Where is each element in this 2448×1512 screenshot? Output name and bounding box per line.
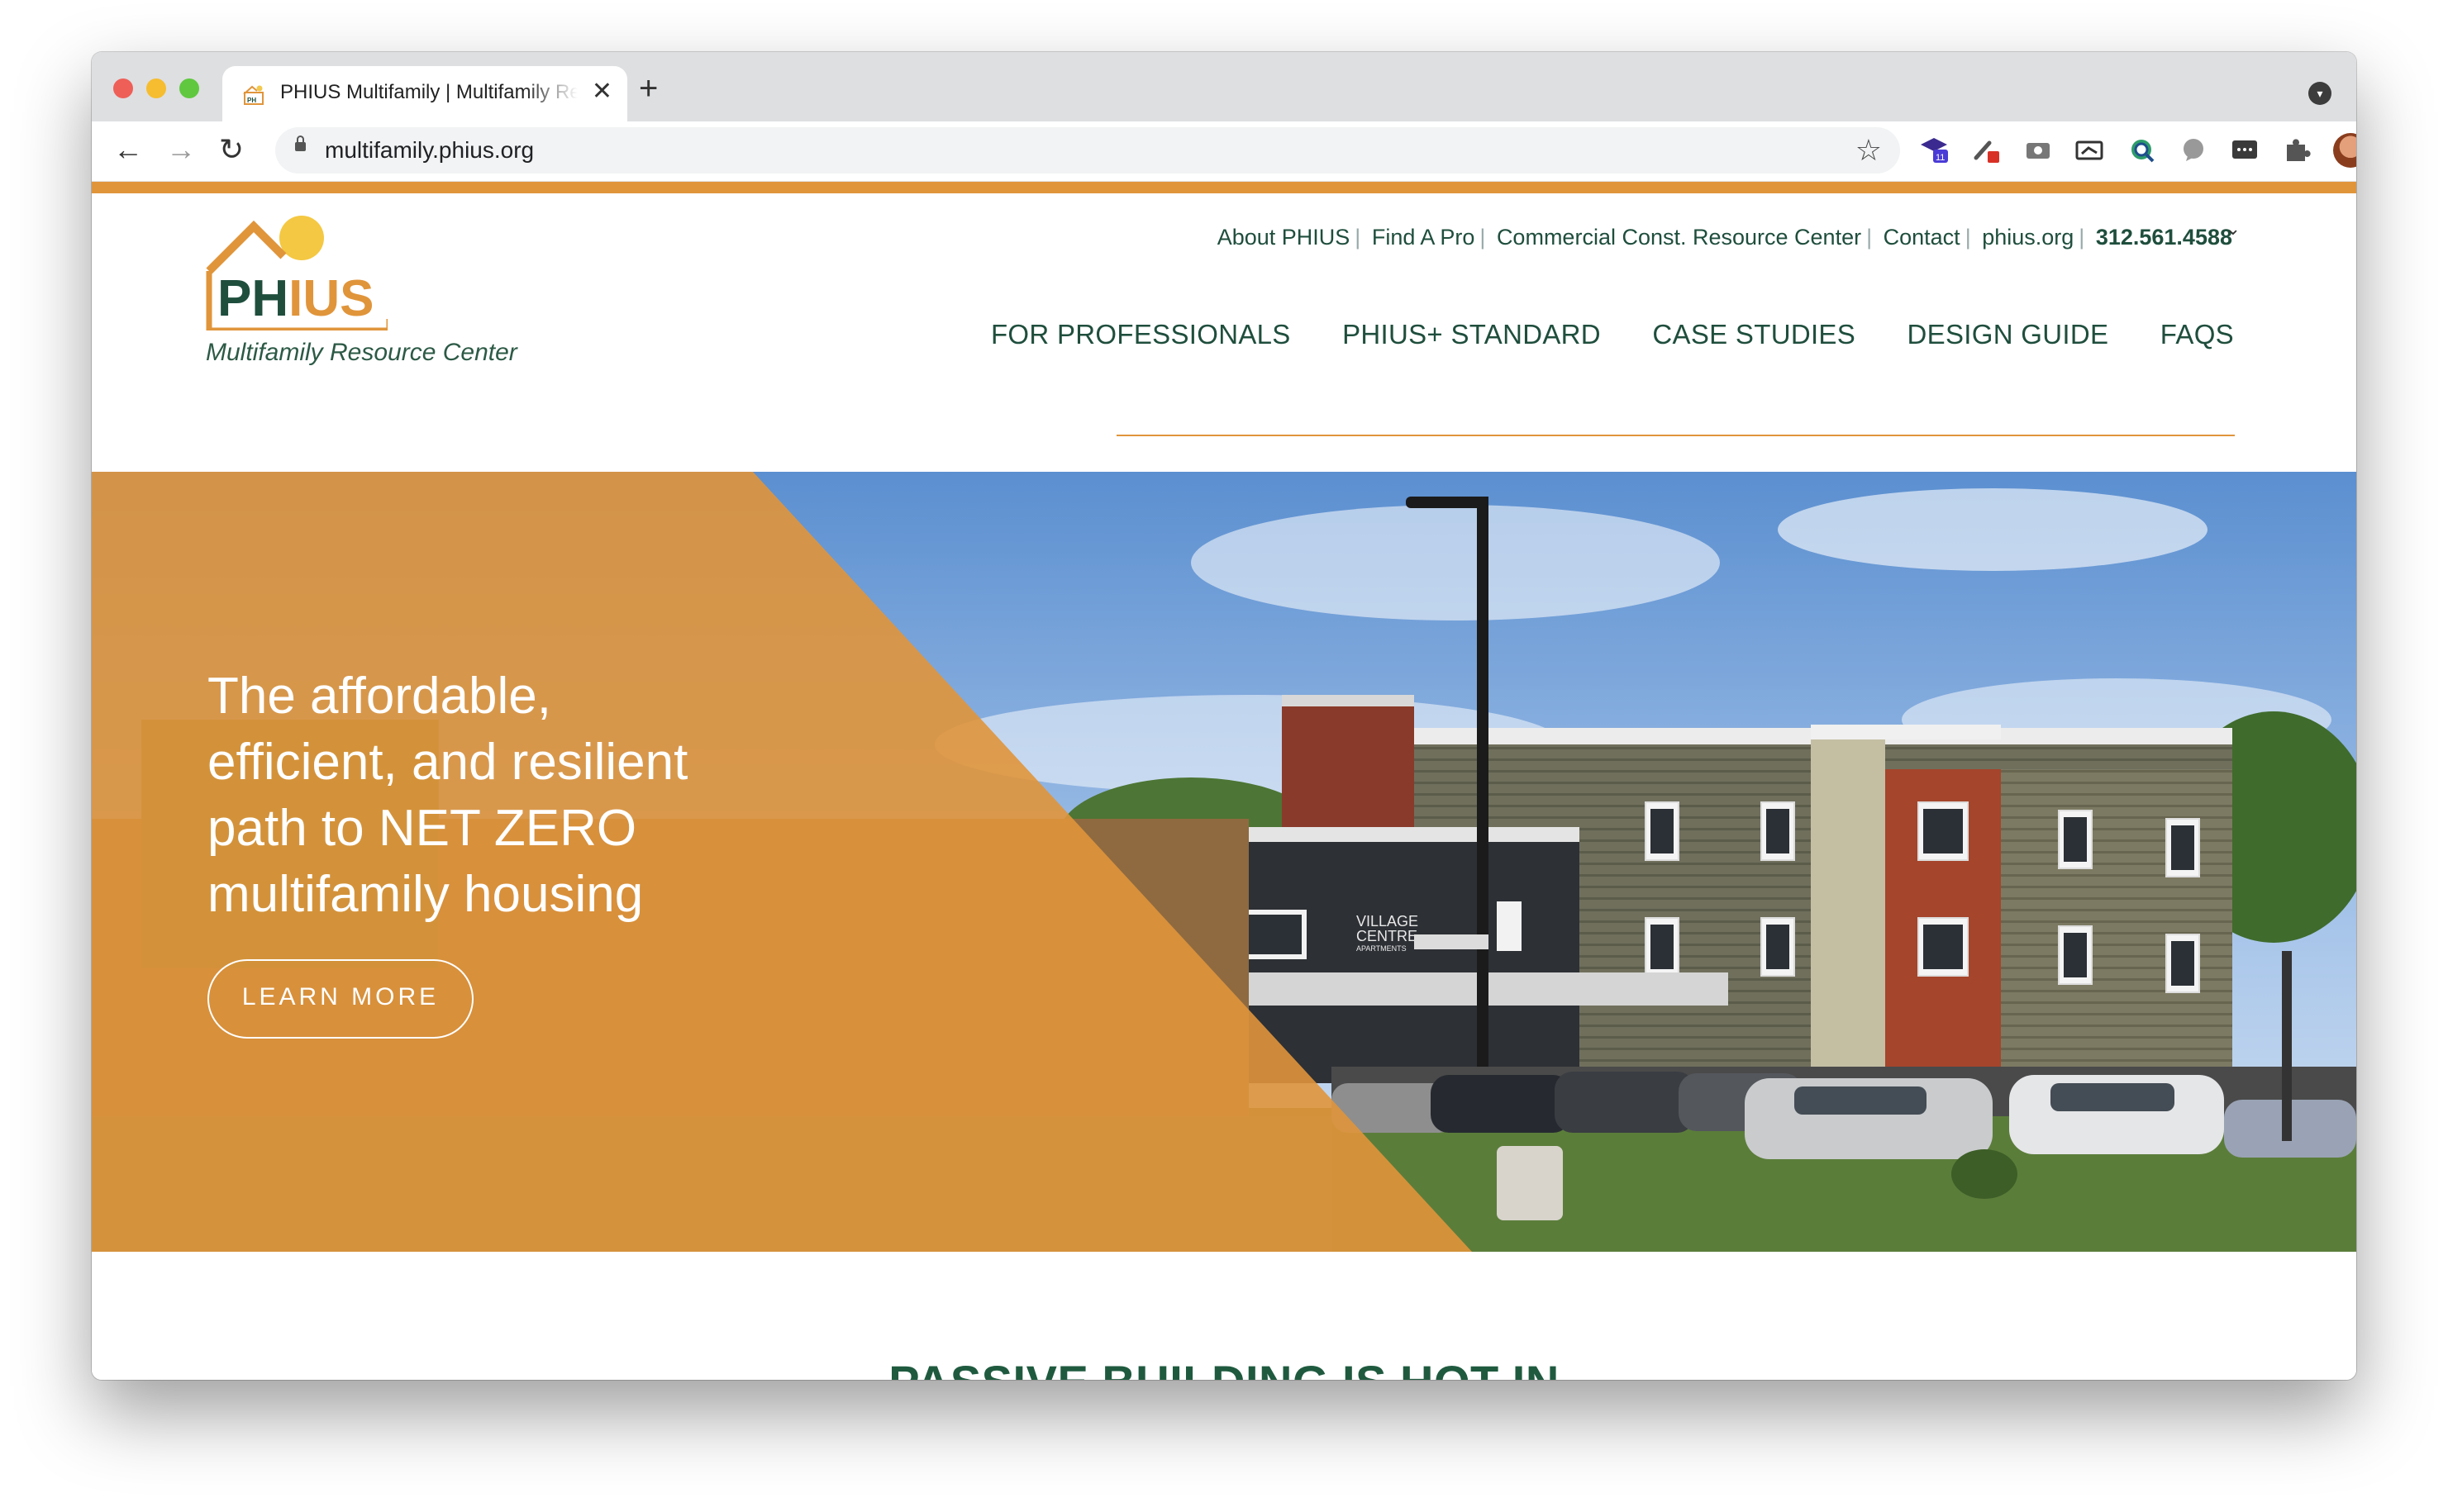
utility-link-phius-org[interactable]: phius.org [1982,225,2074,250]
eyedropper-extension-icon[interactable] [1969,133,2001,166]
web-page: PHIUS Multifamily Resource Center About … [92,182,2356,1380]
utility-nav: About PHIUS | Find A Pro | Commercial Cons… [1217,225,2232,250]
bookmark-star-icon[interactable]: ☆ [1855,132,1882,169]
browser-toolbar: ← → ↻ multifamily.phius.org ☆ 11 [92,121,2356,182]
nav-phius-standard[interactable]: PHIUS+ STANDARD [1342,319,1601,349]
browser-tab-active[interactable]: PH PHIUS Multifamily | Multifamily Resou… [222,66,627,121]
logo-subtitle: Multifamily Resource Center [206,339,517,366]
new-tab-button[interactable]: + [639,72,658,105]
hero-heading: The affordable, efficient, and resilient… [207,668,688,923]
browser-window: PH PHIUS Multifamily | Multifamily Resou… [92,52,2356,1380]
screen-capture-extension-icon[interactable] [2074,133,2105,166]
tab-title: PHIUS Multifamily | Multifamily Resource… [280,81,578,103]
extension-badge: 11 [1936,153,1945,163]
reload-button[interactable]: ↻ [219,128,244,171]
profile-avatar[interactable] [2333,133,2356,168]
chevron-down-icon[interactable]: ⌄ [2226,218,2241,240]
speech-bubble-extension-icon[interactable] [2178,133,2209,166]
tab-close-icon[interactable]: ✕ [592,78,612,106]
phius-logo[interactable]: PHIUS [206,215,388,330]
section-title: PASSIVE BUILDING IS HOT IN [92,1355,2356,1380]
camera-extension-icon[interactable] [2022,133,2054,166]
address-bar[interactable]: multifamily.phius.org ☆ [275,127,1900,174]
learn-more-button[interactable]: LEARN MORE [207,959,474,1039]
url-text[interactable]: multifamily.phius.org [325,137,534,164]
svg-text:PH: PH [247,97,256,104]
top-accent-bar [92,182,2356,193]
main-nav: FOR PROFESSIONALS PHIUS+ STANDARD CASE S… [991,319,2234,350]
maximize-window-button[interactable] [179,78,199,98]
forward-button[interactable]: → [166,128,196,171]
tab-strip: PH PHIUS Multifamily | Multifamily Resou… [92,52,2356,121]
utility-link-find-a-pro[interactable]: Find A Pro [1372,225,1475,250]
close-window-button[interactable] [113,78,133,98]
nav-underline [1117,435,2235,436]
nav-case-studies[interactable]: CASE STUDIES [1652,319,1855,349]
building-sign-line-3: APARTMENTS [1356,944,1407,953]
building-sign-line-1: VILLAGE [1356,913,1418,930]
utility-link-about[interactable]: About PHIUS [1217,225,1350,250]
nav-design-guide[interactable]: DESIGN GUIDE [1907,319,2109,349]
phius-favicon-icon: PH [243,85,264,105]
utility-link-contact[interactable]: Contact [1884,225,1960,250]
building-sign-line-2: CENTRE [1356,928,1417,944]
graduation-cap-extension-icon[interactable]: 11 [1918,133,1950,166]
globe-search-extension-icon[interactable] [2127,133,2158,166]
lock-icon [295,136,306,151]
nav-faqs[interactable]: FAQS [2160,319,2234,349]
utility-link-commercial[interactable]: Commercial Const. Resource Center [1497,225,1861,250]
phone-number[interactable]: 312.561.4588 [2096,225,2232,250]
hero-banner: VILLAGE CENTRE APARTMENTS The affordable… [92,472,2356,1252]
back-button[interactable]: ← [113,128,143,171]
nav-for-professionals[interactable]: FOR PROFESSIONALS [991,319,1291,349]
password-extension-icon[interactable] [2229,133,2260,166]
svg-text:PHIUS: PHIUS [217,270,374,327]
tab-search-button[interactable]: ▾ [2308,82,2331,105]
minimize-window-button[interactable] [146,78,166,98]
extensions-puzzle-icon[interactable] [2280,133,2312,166]
